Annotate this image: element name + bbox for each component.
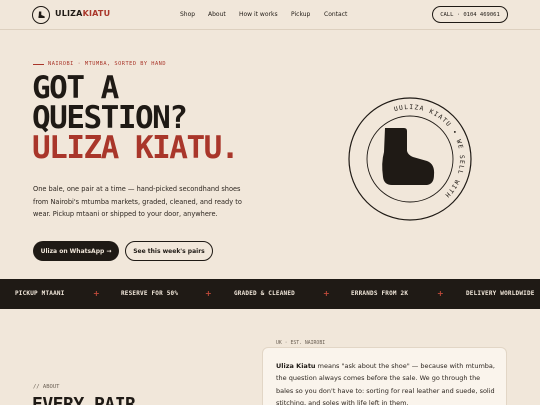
nav-link-how-it-works[interactable]: How it works — [239, 11, 278, 18]
card-brand-name: Uliza Kiatu — [276, 362, 316, 370]
headline-line-3: ULIZA KIATU. — [32, 130, 239, 166]
logo-part-2: KIATU — [82, 9, 111, 18]
ticker-item-delivery: DELIVERY WORLDWIDE — [466, 290, 535, 297]
call-button[interactable]: CALL · 0104 469061 — [432, 6, 508, 23]
hero-eyebrow: NAIROBI · MTUMBA, SORTED BY HAND — [33, 61, 166, 67]
headline-line-1: GOT A — [32, 70, 119, 106]
eyebrow-rule — [33, 63, 44, 65]
about-card-text: Uliza Kiatu means "ask about the shoe" —… — [276, 360, 498, 405]
ticker-item-pickup: PICKUP MTAANI — [15, 290, 65, 297]
ticker-item-graded: GRADED & CLEANED — [234, 290, 295, 297]
about-heading: EVERY PAIR — [32, 394, 136, 405]
feature-ticker: PICKUP MTAANI + RESERVE FOR 50% + GRADED… — [0, 279, 540, 309]
ticker-separator: + — [323, 288, 330, 298]
boot-icon[interactable] — [32, 6, 50, 24]
nav-link-shop[interactable]: Shop — [180, 11, 195, 18]
hero-description: One bale, one pair at a time — hand-pick… — [33, 185, 242, 219]
whatsapp-button[interactable]: Uliza on WhatsApp → — [33, 241, 119, 261]
see-pairs-button[interactable]: See this week's pairs — [125, 241, 213, 261]
nav-link-pickup[interactable]: Pickup — [291, 11, 310, 18]
logo-part-1: ULIZA — [55, 9, 83, 18]
ticker-item-reserve: RESERVE FOR 50% — [121, 290, 179, 297]
ticker-separator: + — [205, 288, 212, 298]
headline-line-2: QUESTION? — [32, 100, 188, 136]
ticker-separator: + — [437, 288, 444, 298]
about-label: // ABOUT — [33, 384, 60, 390]
nav-link-about[interactable]: About — [208, 11, 226, 18]
eyebrow-text: NAIROBI · MTUMBA, SORTED BY HAND — [48, 61, 167, 67]
about-card: Uliza Kiatu means "ask about the shoe" —… — [262, 347, 507, 405]
brand-badge: UULIZA KIATU • WE SELL WITH — [348, 97, 472, 221]
nav-link-contact[interactable]: Contact — [324, 11, 347, 18]
ticker-separator: + — [93, 288, 100, 298]
hero-headline: GOT A QUESTION? ULIZA KIATU. — [32, 70, 239, 166]
logo-wordmark[interactable]: ULIZAKIATU — [55, 9, 110, 18]
card-tag: UK · EST. NAIROBI — [276, 341, 326, 346]
ticker-item-errands: ERRANDS FROM 2K — [351, 290, 409, 297]
boot-icon — [382, 128, 435, 185]
top-nav: ULIZAKIATU Shop About How it works Picku… — [0, 0, 540, 30]
